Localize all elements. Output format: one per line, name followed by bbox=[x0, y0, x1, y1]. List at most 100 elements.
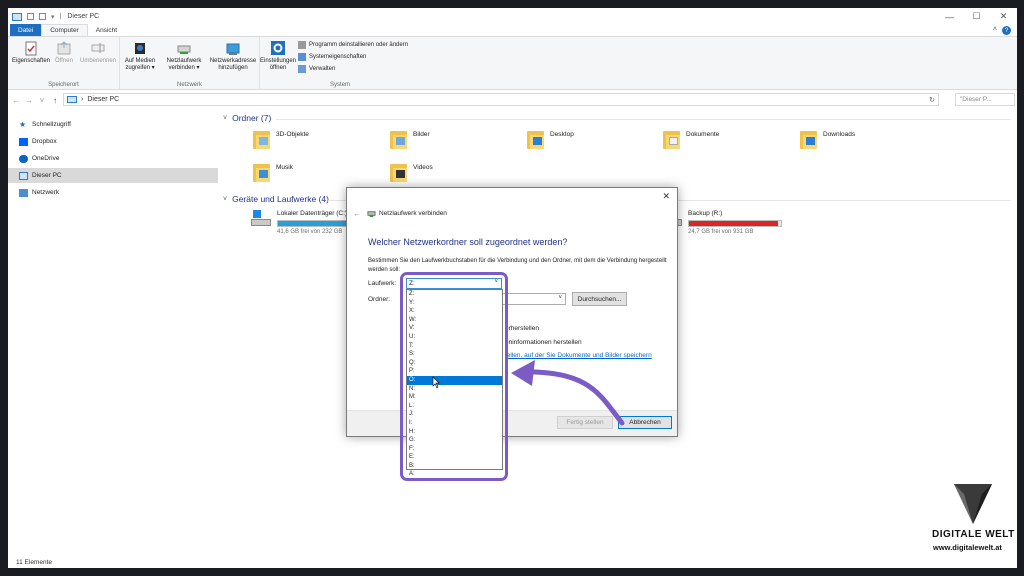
folder-videos[interactable]: Videos bbox=[390, 162, 433, 182]
chevron-down-icon[interactable]: ˅ bbox=[223, 115, 227, 122]
recent-locations-icon[interactable]: ˅ bbox=[37, 96, 47, 105]
network-icon bbox=[19, 188, 28, 197]
reconnect-option-label[interactable]: erherstellen bbox=[505, 325, 539, 332]
sidebar-item-label: OneDrive bbox=[32, 155, 60, 162]
access-media-label: Auf Medien zugreifen ▾ bbox=[124, 58, 156, 71]
sidebar-item-label: Dropbox bbox=[32, 138, 57, 145]
ribbon: Eigenschaften Öffnen Umbenennen Speicher… bbox=[8, 37, 1017, 90]
navigation-pane: ★ Schnellzugriff Dropbox OneDrive Dieser… bbox=[8, 110, 220, 550]
folder-desktop[interactable]: Desktop bbox=[527, 129, 574, 149]
dialog-close-button[interactable]: ✕ bbox=[662, 191, 670, 202]
rename-button[interactable]: Umbenennen bbox=[78, 40, 118, 65]
back-arrow-icon[interactable]: ← bbox=[11, 96, 21, 105]
rename-icon bbox=[91, 43, 105, 53]
properties-button[interactable]: Eigenschaften bbox=[11, 40, 51, 65]
folder-downloads[interactable]: Downloads bbox=[800, 129, 855, 149]
folder-documents[interactable]: Dokumente bbox=[663, 129, 719, 149]
sidebar-item-label: Netzwerk bbox=[32, 189, 60, 196]
browse-button[interactable]: Durchsuchen... bbox=[572, 292, 627, 306]
folder-icon bbox=[253, 129, 270, 149]
sidebar-item-dropbox[interactable]: Dropbox bbox=[8, 134, 218, 149]
minimize-button[interactable]: — bbox=[936, 8, 963, 25]
properties-quick-icon[interactable] bbox=[27, 13, 34, 20]
tab-file[interactable]: Datei bbox=[10, 24, 42, 36]
folder-3d-objects[interactable]: 3D-Objekte bbox=[253, 129, 309, 149]
help-icon[interactable]: ? bbox=[1002, 26, 1011, 35]
uninstall-program-button[interactable]: Programm deinstallieren oder ändern bbox=[298, 41, 408, 49]
breadcrumb-separator-icon[interactable]: › bbox=[81, 96, 83, 103]
sidebar-item-onedrive[interactable]: OneDrive bbox=[8, 151, 218, 166]
ribbon-group-system: Einstellungen öffnen Programm deinstalli… bbox=[260, 37, 420, 90]
folder-icon bbox=[253, 162, 270, 182]
this-pc-icon bbox=[67, 96, 77, 103]
maximize-button[interactable]: ☐ bbox=[963, 8, 990, 25]
breadcrumb[interactable]: Dieser PC bbox=[87, 96, 119, 103]
drive-usage-bar bbox=[688, 220, 782, 227]
open-button[interactable]: Öffnen bbox=[52, 40, 76, 65]
sidebar-item-network[interactable]: Netzwerk bbox=[8, 185, 218, 200]
chevron-down-icon[interactable]: ˅ bbox=[223, 196, 227, 203]
quick-access-dropdown-icon[interactable]: ▾ bbox=[51, 13, 55, 21]
gear-icon bbox=[271, 41, 285, 55]
dialog-heading: Welcher Netzwerkordner soll zugeordnet w… bbox=[368, 237, 568, 247]
drive-usage-fill bbox=[689, 221, 779, 226]
system-properties-button[interactable]: Systemeigenschaften bbox=[298, 53, 366, 61]
forward-arrow-icon[interactable]: → bbox=[24, 96, 34, 105]
system-icon bbox=[298, 53, 306, 61]
open-label: Öffnen bbox=[55, 58, 73, 64]
drive-usage-fill bbox=[278, 221, 354, 226]
chevron-down-icon[interactable]: ˅ bbox=[558, 295, 562, 301]
folders-group-header[interactable]: ˅ Ordner (7) bbox=[223, 113, 271, 123]
watermark-name: DIGITALE WELT bbox=[932, 529, 1015, 540]
star-icon: ★ bbox=[19, 119, 27, 129]
folder-icon bbox=[390, 129, 407, 149]
cancel-button[interactable]: Abbrechen bbox=[618, 416, 672, 429]
drives-group-header[interactable]: ˅ Geräte und Laufwerke (4) bbox=[223, 194, 329, 204]
search-input[interactable]: "Dieser P... bbox=[955, 93, 1015, 106]
map-network-drive-button[interactable]: Netzlaufwerk verbinden ▾ bbox=[162, 40, 206, 72]
open-settings-label: Einstellungen öffnen bbox=[259, 58, 297, 71]
folder-name: Dokumente bbox=[686, 131, 720, 138]
sidebar-item-quick-access[interactable]: ★ Schnellzugriff bbox=[8, 117, 218, 132]
network-drive-icon bbox=[367, 211, 376, 218]
folder-icon bbox=[663, 129, 680, 149]
window-title: Dieser PC bbox=[67, 13, 100, 20]
ribbon-group-label: System bbox=[329, 82, 350, 88]
back-arrow-icon[interactable]: ← bbox=[353, 209, 361, 218]
credentials-option-label[interactable]: eninformationen herstellen bbox=[505, 339, 582, 346]
title-separator: | bbox=[59, 13, 62, 20]
folder-name: Downloads bbox=[823, 131, 856, 138]
refresh-icon[interactable]: ↻ bbox=[929, 96, 935, 104]
up-arrow-icon[interactable]: ↑ bbox=[50, 96, 60, 105]
tab-view[interactable]: Ansicht bbox=[88, 24, 125, 36]
folder-music[interactable]: Musik bbox=[253, 162, 293, 182]
open-settings-button[interactable]: Einstellungen öffnen bbox=[260, 40, 296, 72]
dialog-title: Netzlaufwerk verbinden bbox=[379, 210, 447, 217]
folder-name: Bilder bbox=[413, 131, 430, 138]
watermark-url: www.digitalewelt.at bbox=[933, 543, 1002, 552]
map-network-drive-dialog: ✕ ← Netzlaufwerk verbinden Welcher Netzw… bbox=[346, 187, 678, 437]
media-icon bbox=[135, 43, 145, 54]
address-bar[interactable]: › Dieser PC ↻ bbox=[63, 93, 939, 106]
title-bar: ▾ | Dieser PC — ☐ ✕ bbox=[8, 8, 1017, 25]
manage-label: Verwalten bbox=[309, 66, 336, 72]
dialog-footer: Fertig stellen Abbrechen bbox=[347, 410, 677, 436]
drive-r[interactable]: Backup (R:) 24,7 GB frei von 931 GB bbox=[662, 210, 782, 235]
sidebar-item-this-pc[interactable]: Dieser PC bbox=[8, 168, 218, 183]
folder-pictures[interactable]: Bilder bbox=[390, 129, 430, 149]
ribbon-tabs: Datei Computer Ansicht ˄ ? bbox=[8, 24, 1017, 37]
uninstall-program-label: Programm deinstallieren oder ändern bbox=[309, 42, 409, 48]
manage-button[interactable]: Verwalten bbox=[298, 65, 335, 73]
finish-button[interactable]: Fertig stellen bbox=[557, 416, 613, 429]
access-media-button[interactable]: Auf Medien zugreifen ▾ bbox=[122, 40, 158, 72]
folder-icon bbox=[800, 129, 817, 149]
add-network-location-button[interactable]: Netzwerkadresse hinzufügen bbox=[208, 40, 258, 72]
tab-computer[interactable]: Computer bbox=[41, 24, 88, 36]
folder-name: Videos bbox=[413, 164, 433, 171]
website-link[interactable]: tellen, auf der Sie Dokumente und Bilder… bbox=[505, 352, 652, 359]
close-button[interactable]: ✕ bbox=[990, 8, 1017, 25]
collapse-ribbon-icon[interactable]: ˄ bbox=[993, 26, 997, 33]
new-folder-quick-icon[interactable] bbox=[39, 13, 46, 20]
drives-group-title: Geräte und Laufwerke (4) bbox=[232, 194, 329, 204]
group-divider bbox=[276, 119, 1011, 120]
